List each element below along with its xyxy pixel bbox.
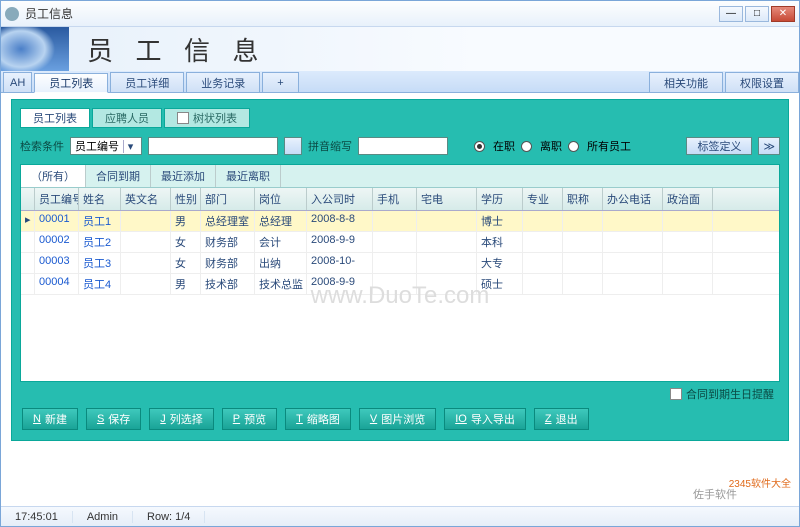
col-home[interactable]: 宅电 — [417, 188, 477, 210]
radio-left[interactable] — [521, 141, 532, 152]
radio-all-label: 所有员工 — [587, 138, 631, 154]
search-bar: 检索条件 员工编号 ▾ 拼音缩写 在职 离职 所有员工 标签定义 ≫ — [20, 134, 780, 158]
grid-header: 员工编号 姓名 英文名 性别 部门 岗位 入公司时 手机 宅电 学历 专业 职称… — [21, 188, 779, 211]
titlebar: 员工信息 — □ ✕ — [1, 1, 799, 27]
col-sex[interactable]: 性别 — [171, 188, 201, 210]
tab-ah[interactable]: AH — [3, 72, 32, 92]
app-icon — [5, 7, 19, 21]
subtab-applicants[interactable]: 应聘人员 — [92, 108, 162, 128]
col-mobile[interactable]: 手机 — [373, 188, 417, 210]
toolbar-保存[interactable]: S 保存 — [86, 408, 141, 430]
search-input[interactable] — [148, 137, 278, 155]
pinyin-label: 拼音缩写 — [308, 138, 352, 154]
chevron-down-icon: ▾ — [123, 140, 137, 153]
gridtab-recent-leave[interactable]: 最近离职 — [216, 165, 281, 187]
toolbar-预览[interactable]: P 预览 — [222, 408, 277, 430]
maximize-button[interactable]: □ — [745, 6, 769, 22]
toolbar-导入导出[interactable]: IO 导入导出 — [444, 408, 526, 430]
subtab-tree-label: 树状列表 — [193, 110, 237, 126]
table-row[interactable]: 00002员工2女财务部会计2008-9-9本科 — [21, 232, 779, 253]
tab-add[interactable]: + — [262, 72, 298, 92]
col-office[interactable]: 办公电话 — [603, 188, 663, 210]
pinyin-input[interactable] — [358, 137, 448, 155]
tag-expand-button[interactable]: ≫ — [758, 137, 780, 155]
col-major[interactable]: 专业 — [523, 188, 563, 210]
status-user: Admin — [73, 511, 133, 523]
gridtab-all[interactable]: （所有） — [21, 165, 86, 187]
col-edu[interactable]: 学历 — [477, 188, 523, 210]
table-row[interactable]: 00004员工4男技术部技术总监2008-9-9硕士 — [21, 274, 779, 295]
window-title: 员工信息 — [25, 5, 719, 22]
table-row[interactable]: 00003员工3女财务部出纳2008-10-大专 — [21, 253, 779, 274]
tab-employee-detail[interactable]: 员工详细 — [110, 72, 184, 92]
search-label: 检索条件 — [20, 138, 64, 154]
col-dept[interactable]: 部门 — [201, 188, 255, 210]
toolbar-图片浏览[interactable]: V 图片浏览 — [359, 408, 436, 430]
col-en[interactable]: 英文名 — [121, 188, 171, 210]
reminder-label: 合同到期生日提醒 — [686, 386, 774, 402]
tab-employee-list[interactable]: 员工列表 — [34, 73, 108, 93]
minimize-button[interactable]: — — [719, 6, 743, 22]
col-title[interactable]: 职称 — [563, 188, 603, 210]
toolbar-缩略图[interactable]: T 缩略图 — [285, 408, 351, 430]
subtab-list[interactable]: 员工列表 — [20, 108, 90, 128]
radio-all[interactable] — [568, 141, 579, 152]
radio-onjob[interactable] — [474, 141, 485, 152]
col-post[interactable]: 岗位 — [255, 188, 307, 210]
close-button[interactable]: ✕ — [771, 6, 795, 22]
status-time: 17:45:01 — [1, 511, 73, 523]
subtab-tree[interactable]: 树状列表 — [164, 108, 250, 128]
col-politics[interactable]: 政治面 — [663, 188, 713, 210]
bottom-watermark: 佐手软件 — [693, 486, 737, 502]
col-marker — [21, 188, 35, 210]
toolbar-退出[interactable]: Z 退出 — [534, 408, 589, 430]
col-date[interactable]: 入公司时 — [307, 188, 373, 210]
statusbar: 17:45:01 Admin Row: 1/4 — [1, 506, 799, 526]
tag-define-button[interactable]: 标签定义 — [686, 137, 752, 155]
grid-body[interactable]: www.DuoTe.com ▸00001员工1男总经理室总经理2008-8-8博… — [21, 211, 779, 381]
search-button[interactable] — [284, 137, 302, 155]
tree-checkbox[interactable] — [177, 112, 189, 124]
table-row[interactable]: ▸00001员工1男总经理室总经理2008-8-8博士 — [21, 211, 779, 232]
gridtab-recent-add[interactable]: 最近添加 — [151, 165, 216, 187]
reminder-checkbox[interactable] — [670, 388, 682, 400]
page-title: 员 工 信 息 — [87, 31, 267, 68]
gridtab-contract[interactable]: 合同到期 — [86, 165, 151, 187]
toolbar-列选择[interactable]: J 列选择 — [149, 408, 214, 430]
app-header: 员 工 信 息 — [1, 27, 799, 71]
search-field-select[interactable]: 员工编号 ▾ — [70, 137, 142, 155]
tab-related[interactable]: 相关功能 — [649, 72, 723, 92]
col-id[interactable]: 员工编号 — [35, 188, 79, 210]
tab-business-record[interactable]: 业务记录 — [186, 72, 260, 92]
corner-badge: 2345软件大全 — [729, 475, 791, 490]
radio-onjob-label: 在职 — [493, 138, 515, 154]
toolbar-新建[interactable]: N 新建 — [22, 408, 78, 430]
tab-permissions[interactable]: 权限设置 — [725, 72, 799, 92]
toolbar: N 新建 S 保存 J 列选择 P 预览 T 缩略图 V 图片浏览 IO 导入导出 Z 退出 — [20, 402, 780, 432]
data-grid: （所有） 合同到期 最近添加 最近离职 员工编号 姓名 英文名 性别 部门 岗位… — [20, 164, 780, 382]
col-name[interactable]: 姓名 — [79, 188, 121, 210]
radio-left-label: 离职 — [540, 138, 562, 154]
main-tabstrip: AH 员工列表 员工详细 业务记录 + 相关功能 权限设置 — [1, 71, 799, 93]
status-row: Row: 1/4 — [133, 511, 205, 523]
content-panel: 员工列表 应聘人员 树状列表 检索条件 员工编号 ▾ 拼音缩写 在职 离职 所有员… — [11, 99, 789, 441]
search-field-value: 员工编号 — [75, 138, 119, 154]
header-graphic — [1, 27, 69, 71]
